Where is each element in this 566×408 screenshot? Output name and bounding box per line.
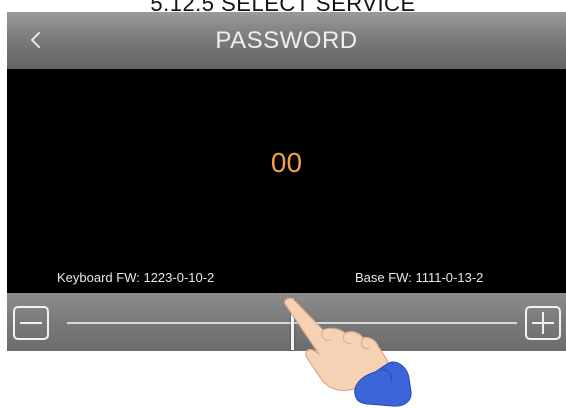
slider-bar: [7, 293, 566, 351]
password-value: 00: [270, 147, 303, 178]
plus-icon: [532, 312, 554, 334]
base-fw-label: Base FW: 1111-0-13-2: [355, 270, 484, 285]
increase-button[interactable]: [525, 306, 561, 340]
device-screen: PASSWORD 00 Keyboard FW: 1223-0-10-2 Bas…: [7, 12, 566, 351]
decrease-button[interactable]: [13, 306, 49, 340]
minus-icon: [20, 322, 42, 324]
back-button[interactable]: [21, 24, 51, 56]
slider-thumb[interactable]: [291, 298, 294, 350]
page-title: PASSWORD: [215, 27, 358, 54]
keyboard-fw-label: Keyboard FW: 1223-0-10-2: [57, 270, 215, 285]
header-bar: PASSWORD: [7, 12, 566, 69]
chevron-left-icon: [31, 32, 40, 48]
